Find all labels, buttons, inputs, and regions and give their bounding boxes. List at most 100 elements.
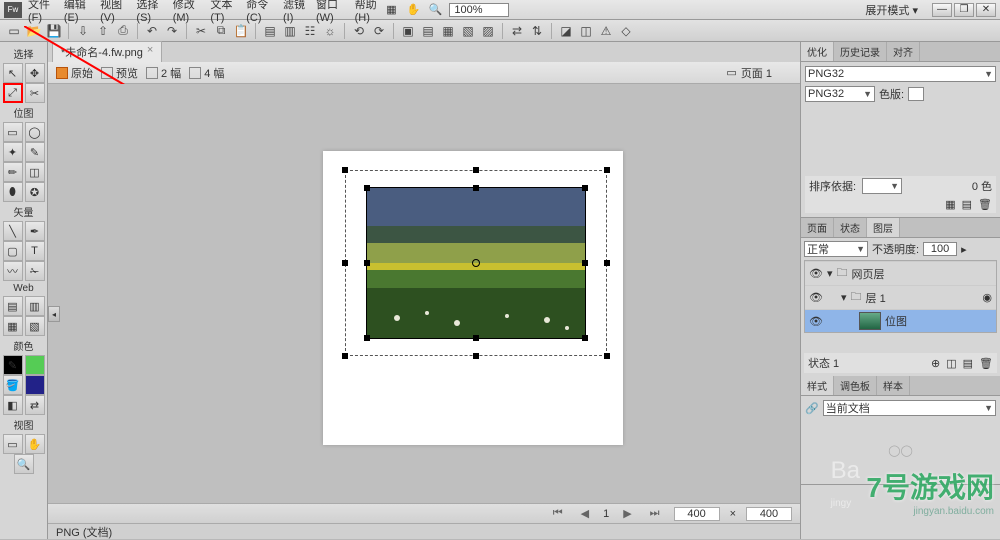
tab-align[interactable]: 对齐 [887,42,920,61]
ls-i1-icon[interactable]: ⊕ [931,357,940,370]
line-tool[interactable]: ╲ [3,221,23,241]
layer-item-layer1[interactable]: 👁 ▾ 🗀 层 1 ◉ [805,285,996,309]
group1-icon[interactable]: ▣ [400,23,416,39]
png-combo2[interactable]: PNG32▼ [805,86,875,102]
print-icon[interactable]: ⎙ [115,23,131,39]
visibility-icon[interactable]: 👁 [809,291,823,304]
tab-pages[interactable]: 页面 [801,218,834,237]
layer-item-web[interactable]: 👁 ▾ 🗀 网页层 [805,261,996,285]
tab-palette[interactable]: 调色板 [834,376,877,395]
crop-tool[interactable]: ✂ [25,83,45,103]
handle-tm[interactable] [473,167,479,173]
stamp-tool[interactable]: ✪ [25,182,45,202]
sort-combo[interactable]: ▼ [862,178,902,194]
tab-optimize[interactable]: 优化 [801,42,834,61]
tab-history[interactable]: 历史记录 [834,42,887,61]
visibility-icon[interactable]: 👁 [809,315,823,328]
opt-a1-icon[interactable]: ▦ [945,198,955,211]
handle-bm[interactable] [473,353,479,359]
left-collapse[interactable]: ◂ [48,306,60,322]
tab-swatch[interactable]: 样本 [877,376,910,395]
handle-ml[interactable] [342,260,348,266]
rotate-cw-icon[interactable]: ⟳ [371,23,387,39]
knife-tool[interactable]: ✁ [25,261,45,281]
handle-tr[interactable] [604,167,610,173]
tb-extra1-icon[interactable]: ◪ [558,23,574,39]
menu-filter[interactable]: 滤镜(I) [283,0,308,24]
page-last[interactable]: ⏭ [646,507,664,520]
doc-tab[interactable]: *未命名-4.fw.png × [52,41,162,62]
menu-edit[interactable]: 编辑(E) [64,0,92,24]
page-prev[interactable]: ◀ [577,507,593,520]
expand-mode[interactable]: 展开模式 ▾ [865,2,918,18]
layer-radio[interactable]: ◉ [982,291,992,304]
cut-icon[interactable]: ✂ [193,23,209,39]
scale-tool[interactable]: ⤢ [3,83,23,103]
pointer-tool[interactable]: ↖ [3,63,23,83]
new-icon[interactable]: ▭ [6,23,22,39]
menu-modify[interactable]: 修改(M) [173,0,203,24]
canvas-height[interactable]: 400 [746,507,792,521]
ls-trash-icon[interactable]: 🗑 [979,357,993,370]
page-indicator[interactable]: ▭页面 1 [726,65,772,81]
tb-extra4-icon[interactable]: ◇ [618,23,634,39]
png-combo1[interactable]: PNG32▼ [805,66,996,82]
group2-icon[interactable]: ▤ [420,23,436,39]
hand-tool[interactable]: ✋ [25,434,45,454]
screen-mode-tool[interactable]: ▭ [3,434,23,454]
arrange-icon[interactable]: ▦ [383,2,399,18]
menu-text[interactable]: 文本(T) [210,0,238,24]
show-slice-tool[interactable]: ▧ [25,316,45,336]
page-next[interactable]: ▶ [619,507,635,520]
save-icon[interactable]: 💾 [46,23,62,39]
layer-icon[interactable]: ▤ [262,23,278,39]
tab-styles[interactable]: 样式 [801,376,834,395]
export-icon[interactable]: ⇧ [95,23,111,39]
layer2-icon[interactable]: ▥ [282,23,298,39]
menu-file[interactable]: 文件(F) [28,0,56,24]
opacity-slider-icon[interactable]: ▸ [961,243,967,256]
opt-a3-icon[interactable]: 🗑 [978,198,992,211]
fill-swatch[interactable] [25,375,45,395]
blur-tool[interactable]: ⬮ [3,182,23,202]
opacity-input[interactable]: 100 [923,242,957,256]
stroke-color[interactable]: ✎ [3,355,23,375]
blend-combo[interactable]: 正常▼ [804,241,868,257]
hand-icon[interactable]: ✋ [405,2,421,18]
flip-h-icon[interactable]: ⇄ [509,23,525,39]
handle-br[interactable] [604,353,610,359]
tb-extra2-icon[interactable]: ◫ [578,23,594,39]
tab-layers[interactable]: 图层 [867,218,900,237]
minimize-button[interactable]: — [932,3,952,17]
rect-tool[interactable]: ▢ [3,241,23,261]
menu-help[interactable]: 帮助(H) [355,0,384,24]
visibility-icon[interactable]: 👁 [809,267,823,280]
menu-select[interactable]: 选择(S) [136,0,164,24]
pen-tool[interactable]: ✒ [25,221,45,241]
hotspot-tool[interactable]: ▤ [3,296,23,316]
opt-four[interactable]: 4 幅 [189,65,224,81]
close-button[interactable]: ✕ [976,3,996,17]
page-first[interactable]: ⏮ [549,507,567,520]
wand-tool[interactable]: ✦ [3,142,23,162]
zoom-tool[interactable]: 🔍 [14,454,34,474]
opt-two[interactable]: 2 幅 [146,65,181,81]
brightness-icon[interactable]: ☼ [322,23,338,39]
slice-tool[interactable]: ▥ [25,296,45,316]
brush-tool[interactable]: ✎ [25,142,45,162]
canvas-width[interactable]: 400 [674,507,720,521]
matte-swatch[interactable] [908,87,924,101]
stroke-swatch[interactable] [25,355,45,375]
group3-icon[interactable]: ▦ [440,23,456,39]
handle-mr[interactable] [604,260,610,266]
marquee-tool[interactable]: ▭ [3,122,23,142]
current-doc-combo[interactable]: 当前文档▼ [823,400,996,416]
opt-a2-icon[interactable]: ▤ [962,198,972,211]
hide-slice-tool[interactable]: ▦ [3,316,23,336]
ls-i2-icon[interactable]: ◫ [946,357,956,370]
status-label[interactable]: 状态 1 [808,355,839,371]
text-tool[interactable]: T [25,241,45,261]
copy-icon[interactable]: ⧉ [213,23,229,39]
center-point[interactable] [472,259,480,267]
menu-command[interactable]: 命令(C) [246,0,275,24]
